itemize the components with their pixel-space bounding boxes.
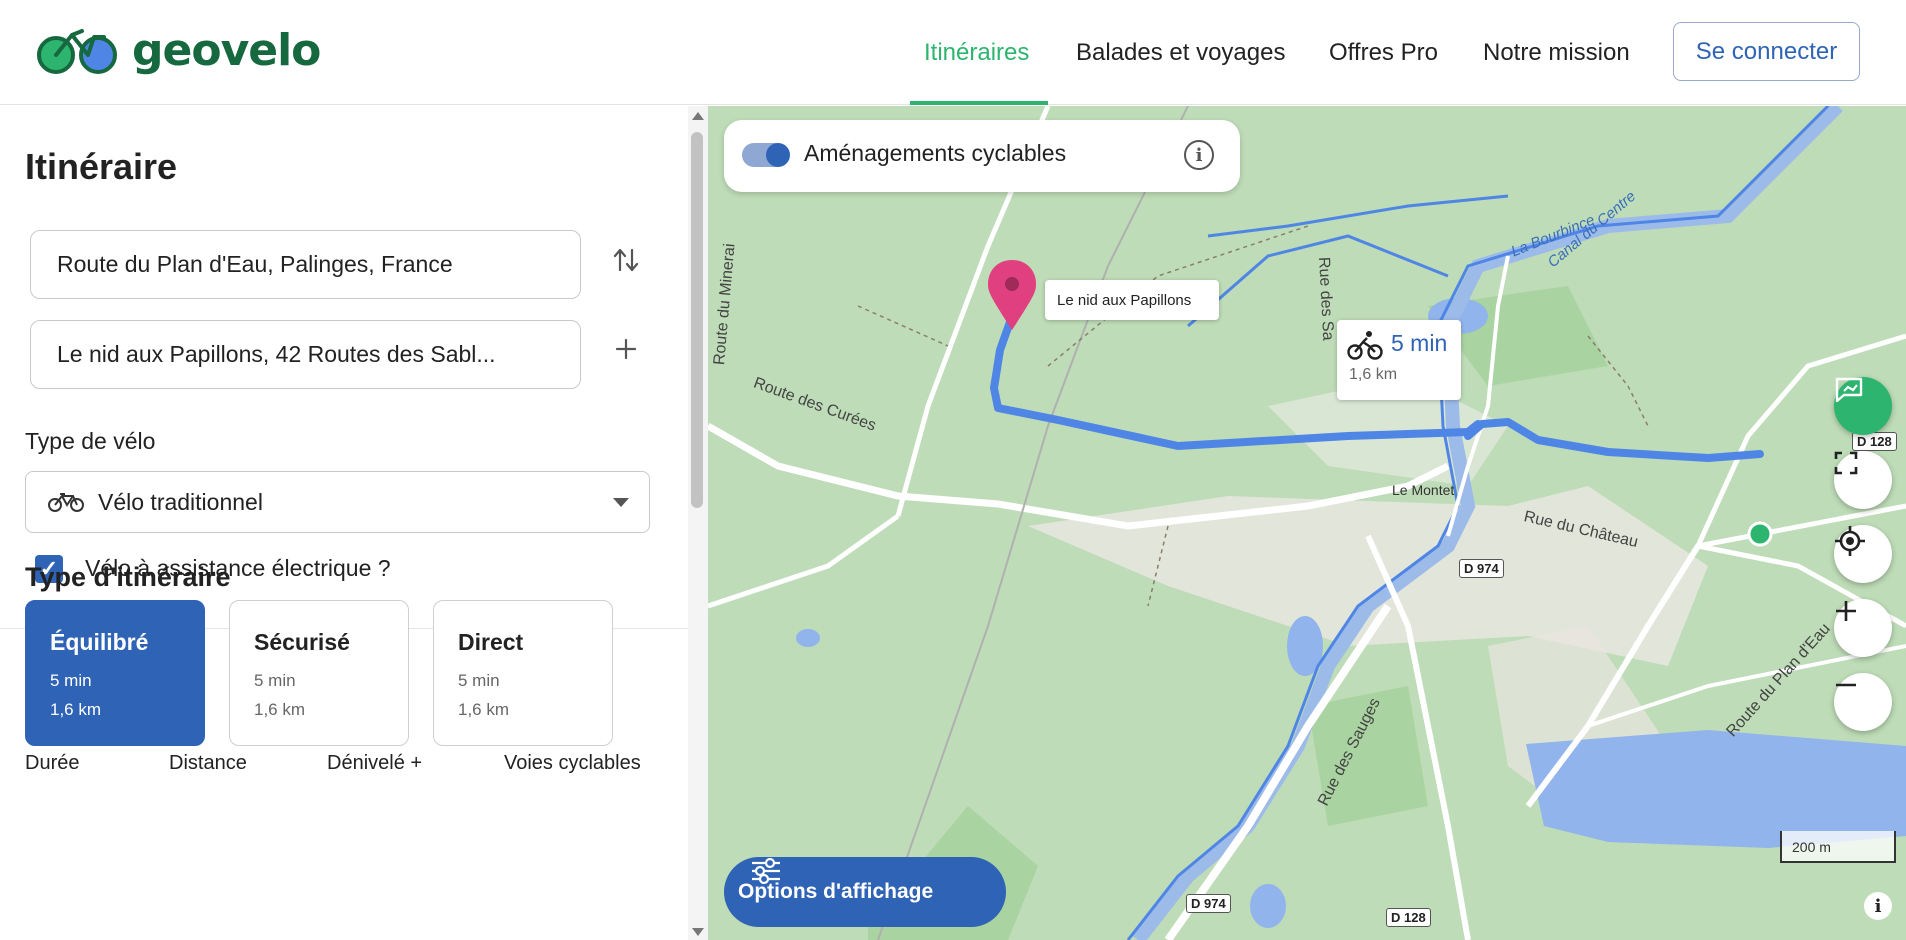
cycle-lanes-toggle[interactable] xyxy=(742,143,790,167)
road-sign-d128: D 128 xyxy=(1852,432,1897,451)
brand-name: geovelo xyxy=(132,24,321,76)
map-canvas xyxy=(708,106,1906,940)
nav-itineraires[interactable]: Itinéraires xyxy=(924,0,1029,105)
route-type-title: Type d'itinéraire xyxy=(25,562,231,592)
login-button[interactable]: Se connecter xyxy=(1673,22,1860,81)
route-type-card-direct[interactable]: Direct 5 min 1,6 km xyxy=(433,600,613,746)
bike-type-label: Type de vélo xyxy=(25,428,156,454)
nav-active-underline xyxy=(910,101,1048,105)
nav-balades[interactable]: Balades et voyages xyxy=(1076,0,1285,105)
route-type-distance: 1,6 km xyxy=(254,700,306,719)
locate-icon[interactable] xyxy=(1834,525,1892,583)
stat-cycle-lanes-header: Voies cyclables xyxy=(504,752,641,774)
chevron-down-icon xyxy=(613,498,629,507)
nav-label: Balades et voyages xyxy=(1076,38,1286,66)
route-type-card-securise[interactable]: Sécurisé 5 min 1,6 km xyxy=(229,600,409,746)
stat-duration-header: Durée xyxy=(25,752,80,774)
destination-input[interactable]: Le nid aux Papillons, 42 Routes des Sabl… xyxy=(30,320,581,389)
route-type-distance: 1,6 km xyxy=(458,700,510,719)
toggle-knob xyxy=(766,143,790,167)
stat-distance-header: Distance xyxy=(169,752,247,774)
route-type-duration: 5 min xyxy=(458,671,500,690)
top-header: geovelo Itinéraires Balades et voyages O… xyxy=(0,0,1906,105)
bike-logo-icon xyxy=(37,29,117,74)
cyclist-icon xyxy=(1347,331,1383,360)
swap-icon[interactable] xyxy=(612,246,640,281)
road-sign-d974-south: D 974 xyxy=(1186,894,1231,913)
display-options-button[interactable]: Options d'affichage xyxy=(724,857,1006,927)
origin-input[interactable]: Route du Plan d'Eau, Palinges, France xyxy=(30,230,581,299)
road-sign-d974: D 974 xyxy=(1459,559,1504,578)
attribution-info-icon[interactable]: i xyxy=(1864,892,1892,920)
route-summary-tooltip[interactable]: 5 min 1,6 km xyxy=(1337,320,1461,400)
map-scale: 200 m xyxy=(1780,831,1896,863)
stat-elevation-header: Dénivelé + xyxy=(327,752,423,774)
report-icon[interactable] xyxy=(1834,377,1892,435)
route-duration: 5 min xyxy=(1391,330,1448,356)
route-type-card-equilibre[interactable]: Équilibré 5 min 1,6 km xyxy=(25,600,205,746)
cycle-lanes-layer-card: Aménagements cyclables i xyxy=(724,120,1240,192)
route-type-title: Direct xyxy=(458,629,524,655)
geovelo-logo[interactable]: geovelo xyxy=(36,22,321,78)
destination-tooltip-label: Le nid aux Papillons xyxy=(1057,292,1192,309)
route-type-duration: 5 min xyxy=(50,671,92,690)
zoom-out-icon[interactable] xyxy=(1834,673,1892,731)
nav-notre-mission[interactable]: Notre mission xyxy=(1483,0,1630,105)
place-label-le-montet: Le Montet xyxy=(1392,482,1455,498)
cycle-lanes-label: Aménagements cyclables xyxy=(804,140,1067,166)
scroll-up-icon[interactable] xyxy=(692,112,704,120)
scrollbar-thumb[interactable] xyxy=(691,132,703,508)
route-type-title: Équilibré xyxy=(50,629,149,655)
scroll-down-icon[interactable] xyxy=(692,928,704,936)
route-type-distance: 1,6 km xyxy=(50,700,102,719)
fullscreen-icon[interactable] xyxy=(1834,451,1892,509)
destination-tooltip: Le nid aux Papillons xyxy=(1045,280,1219,320)
itinerary-sidebar: Itinéraire Route du Plan d'Eau, Palinges… xyxy=(0,106,708,940)
bike-type-select[interactable]: Vélo traditionnel xyxy=(25,471,650,533)
nav-offres-pro[interactable]: Offres Pro xyxy=(1329,0,1438,105)
nav-label: Itinéraires xyxy=(924,38,1030,66)
bicycle-icon xyxy=(48,493,84,512)
sliders-icon xyxy=(752,857,780,885)
route-type-duration: 5 min xyxy=(254,671,296,690)
nav-label: Offres Pro xyxy=(1329,38,1438,66)
road-sign-d128-south: D 128 xyxy=(1386,908,1431,927)
info-icon[interactable]: i xyxy=(1184,140,1214,170)
add-stop-icon[interactable] xyxy=(613,336,639,369)
bike-type-value: Vélo traditionnel xyxy=(98,488,263,515)
map-view[interactable]: Route du Minerai Route des Curées Rue de… xyxy=(708,106,1906,940)
sidebar-title: Itinéraire xyxy=(25,146,178,187)
route-type-title: Sécurisé xyxy=(254,629,350,655)
nav-label: Notre mission xyxy=(1483,38,1630,66)
route-distance: 1,6 km xyxy=(1349,366,1398,383)
zoom-in-icon[interactable] xyxy=(1834,599,1892,657)
